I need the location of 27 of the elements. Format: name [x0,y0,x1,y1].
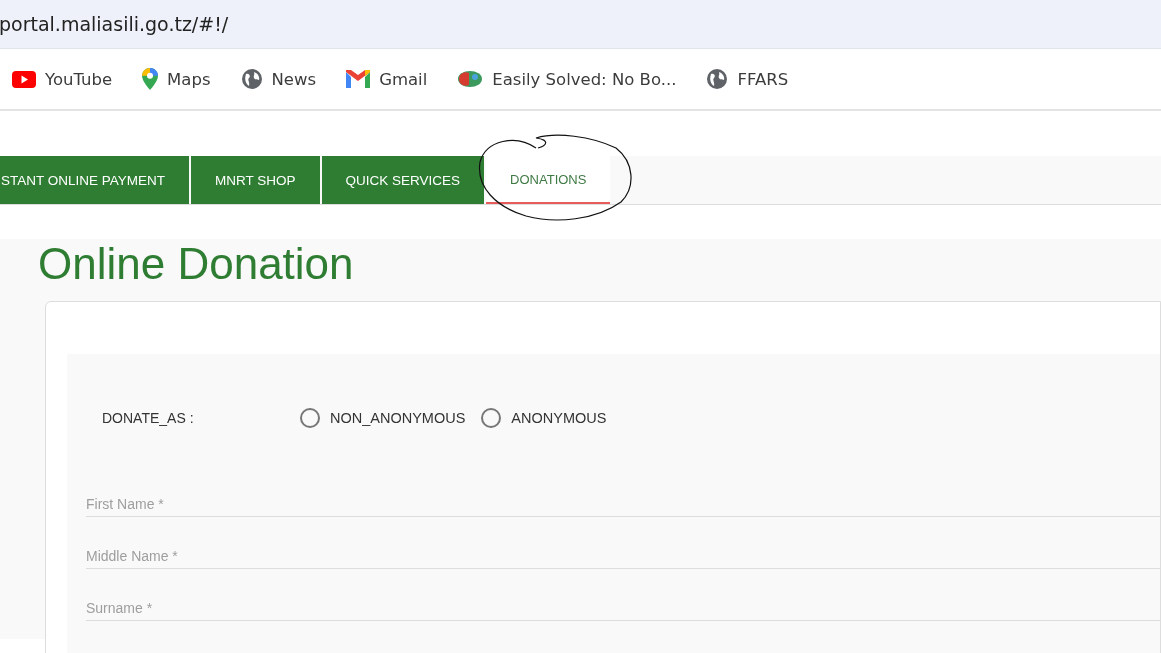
bookmark[interactable]: YouTube [12,69,113,89]
text-field[interactable]: Surname * [86,595,1160,621]
radio-button[interactable] [481,408,502,428]
radio-button[interactable] [300,408,320,428]
text-field[interactable]: First Name * [86,491,1160,517]
mail-icon [346,70,371,88]
page-title: Online Donation [38,239,355,289]
address-bar[interactable]: portal.maliasili.go.tz/#!/ [0,0,1161,49]
nav-tab[interactable]: MNRT SHOP [191,156,320,204]
nav-tab[interactable]: QUICK SERVICES [321,156,485,204]
donate-as-label: DONATE_AS : [102,410,195,426]
youtube-icon [12,70,36,88]
globe-icon [240,68,263,90]
url-text: portal.maliasili.go.tz/#!/ [0,13,229,35]
nav-tab[interactable]: STANT ONLINE PAYMENT [0,156,190,204]
bookmark[interactable]: Maps [142,68,211,90]
text-field[interactable]: Middle Name * [86,543,1160,569]
bookmark[interactable]: Gmail [346,69,428,89]
nav-tab[interactable]: DONATIONS [486,156,611,204]
bookmark[interactable]: News [240,68,317,90]
globe-icon [706,68,729,90]
map-pin-icon [142,68,159,90]
radio-label[interactable]: ANONYMOUS [511,410,607,426]
bookmark[interactable]: FFARS [706,68,789,90]
bookmark[interactable]: Easily Solved: No Bo... [457,69,677,89]
brain-icon [457,69,484,89]
radio-label[interactable]: NON_ANONYMOUS [330,410,466,426]
